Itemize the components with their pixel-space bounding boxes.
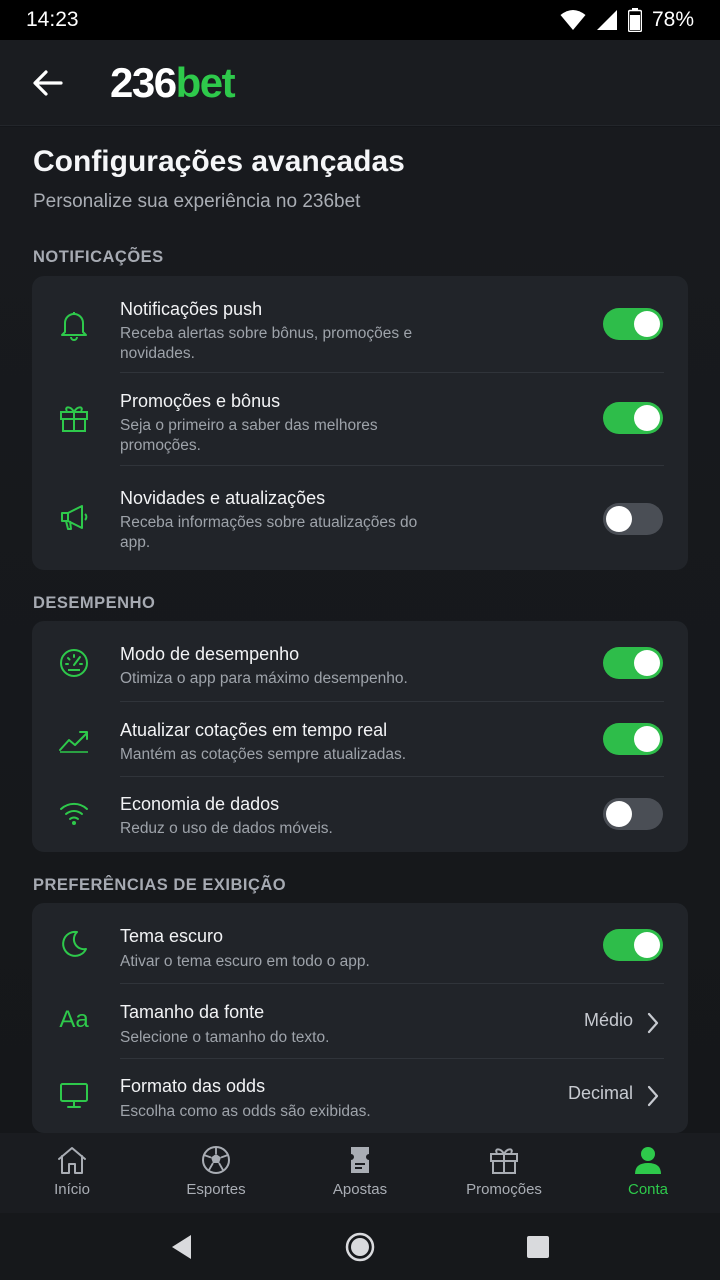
nav-item-home[interactable]: Início bbox=[0, 1133, 144, 1213]
setting-description: Receba alertas sobre bônus, promoções e … bbox=[120, 325, 413, 362]
nav-item-bets[interactable]: Apostas bbox=[288, 1133, 432, 1213]
setting-title: Tema escuro bbox=[120, 926, 224, 946]
toggle-knob bbox=[634, 726, 660, 752]
setting-description: Seja o primeiro a saber das melhores pro… bbox=[120, 417, 378, 454]
monitor-icon bbox=[56, 1077, 92, 1113]
toggle-knob bbox=[634, 650, 660, 676]
nav-item-promotions[interactable]: Promoções bbox=[432, 1133, 576, 1213]
setting-row-news[interactable]: Novidades e atualizações Receba informaç… bbox=[32, 466, 688, 570]
setting-description: Otimiza o app para máximo desempenho. bbox=[120, 670, 408, 687]
wifi-icon bbox=[56, 795, 92, 831]
status-time: 14:23 bbox=[26, 8, 79, 31]
setting-title: Notificações push bbox=[120, 299, 263, 319]
gift-icon bbox=[56, 400, 92, 436]
bottom-navigation: Início Esportes Apostas Promoções Conta bbox=[0, 1133, 720, 1213]
toggle-knob bbox=[606, 801, 632, 827]
logo-number: 236 bbox=[110, 58, 177, 106]
back-button[interactable] bbox=[18, 53, 78, 113]
system-recents-icon[interactable] bbox=[525, 1234, 551, 1260]
setting-row-dark-theme[interactable]: Tema escuro Ativar o tema escuro em todo… bbox=[32, 903, 688, 983]
toggle-knob bbox=[634, 311, 660, 337]
status-icons: 78% bbox=[560, 8, 694, 32]
bell-icon bbox=[56, 307, 92, 343]
promotions-toggle[interactable] bbox=[603, 402, 663, 434]
setting-row-promotions[interactable]: Promoções e bônus Seja o primeiro a sabe… bbox=[32, 373, 688, 465]
status-bar: 14:23 78% bbox=[0, 0, 720, 40]
system-back-icon[interactable] bbox=[169, 1233, 195, 1261]
setting-description: Mantém as cotações sempre atualizadas. bbox=[120, 746, 407, 763]
moon-icon bbox=[56, 926, 92, 962]
nav-label: Promoções bbox=[466, 1181, 542, 1198]
setting-row-font-size[interactable]: Aa Tamanho da fonte Selecione o tamanho … bbox=[32, 984, 688, 1058]
font-size-value: Médio bbox=[583, 1010, 633, 1030]
performance-card: Modo de desempenho Otimiza o app para má… bbox=[32, 621, 688, 852]
setting-description: Selecione o tamanho do texto. bbox=[120, 1029, 330, 1046]
section-label-notifications: NOTIFICAÇÕES bbox=[33, 248, 164, 266]
setting-title: Modo de desempenho bbox=[120, 644, 300, 664]
nav-label: Conta bbox=[627, 1181, 669, 1198]
nav-item-sports[interactable]: Esportes bbox=[144, 1133, 288, 1213]
display-card: Tema escuro Ativar o tema escuro em todo… bbox=[32, 903, 688, 1133]
megaphone-icon bbox=[56, 499, 92, 535]
setting-row-performance-mode[interactable]: Modo de desempenho Otimiza o app para má… bbox=[32, 621, 688, 701]
soccer-ball-icon bbox=[202, 1146, 230, 1174]
nav-label: Apostas bbox=[332, 1181, 388, 1198]
home-icon bbox=[58, 1147, 86, 1174]
page-subtitle: Personalize sua experiência no 236bet bbox=[33, 191, 361, 212]
gift-icon bbox=[490, 1148, 518, 1174]
setting-row-live-odds[interactable]: Atualizar cotações em tempo real Mantém … bbox=[32, 702, 688, 776]
ticket-icon bbox=[351, 1147, 369, 1173]
font-size-icon: Aa bbox=[59, 1006, 89, 1033]
setting-title: Novidades e atualizações bbox=[120, 488, 326, 508]
performance-mode-toggle[interactable] bbox=[603, 647, 663, 679]
setting-title: Formato das odds bbox=[120, 1076, 266, 1096]
chevron-right-icon bbox=[647, 1085, 659, 1107]
section-label-performance: DESEMPENHO bbox=[33, 594, 156, 612]
battery-icon bbox=[627, 8, 642, 32]
page-title: Configurações avançadas bbox=[33, 145, 405, 178]
setting-title: Economia de dados bbox=[120, 794, 280, 814]
nav-label: Início bbox=[54, 1181, 90, 1198]
setting-description: Ativar o tema escuro em todo o app. bbox=[120, 953, 370, 970]
odds-format-value: Decimal bbox=[567, 1083, 633, 1103]
speedometer-icon bbox=[56, 645, 92, 681]
wifi-signal-icon bbox=[560, 10, 586, 30]
setting-row-push[interactable]: Notificações push Receba alertas sobre b… bbox=[32, 276, 688, 372]
setting-title: Tamanho da fonte bbox=[120, 1002, 265, 1022]
toggle-knob bbox=[634, 405, 660, 431]
toggle-knob bbox=[606, 506, 632, 532]
system-home-icon[interactable] bbox=[345, 1232, 375, 1262]
setting-description: Receba informações sobre atualizações do… bbox=[120, 514, 418, 551]
user-icon bbox=[635, 1147, 661, 1174]
live-odds-toggle[interactable] bbox=[603, 723, 663, 755]
battery-level: 78% bbox=[651, 8, 694, 31]
setting-row-data-saver[interactable]: Economia de dados Reduz o uso de dados m… bbox=[32, 777, 688, 852]
cellular-signal-icon bbox=[596, 10, 617, 30]
notifications-card: Notificações push Receba alertas sobre b… bbox=[32, 276, 688, 570]
arrow-left-icon bbox=[33, 69, 63, 96]
system-navigation-bar bbox=[0, 1213, 720, 1280]
nav-label: Esportes bbox=[186, 1181, 246, 1198]
section-label-display: PREFERÊNCIAS DE EXIBIÇÃO bbox=[33, 876, 287, 894]
news-updates-toggle[interactable] bbox=[603, 503, 663, 535]
trending-up-icon bbox=[56, 722, 92, 758]
setting-description: Reduz o uso de dados móveis. bbox=[120, 820, 333, 837]
logo-bet: bet bbox=[175, 58, 236, 106]
setting-title: Promoções e bônus bbox=[120, 391, 281, 411]
brand-logo[interactable]: 236bet bbox=[110, 58, 236, 107]
setting-description: Escolha como as odds são exibidas. bbox=[120, 1103, 371, 1120]
setting-title: Atualizar cotações em tempo real bbox=[120, 720, 388, 740]
chevron-right-icon bbox=[647, 1012, 659, 1034]
data-saver-toggle[interactable] bbox=[603, 798, 663, 830]
nav-item-account[interactable]: Conta bbox=[576, 1133, 720, 1213]
settings-content: Configurações avançadas Personalize sua … bbox=[0, 127, 720, 1133]
dark-theme-toggle[interactable] bbox=[603, 929, 663, 961]
toggle-knob bbox=[634, 932, 660, 958]
push-notifications-toggle[interactable] bbox=[603, 308, 663, 340]
setting-row-odds-format[interactable]: Formato das odds Escolha como as odds sã… bbox=[32, 1059, 688, 1133]
app-header: 236bet bbox=[0, 40, 720, 126]
